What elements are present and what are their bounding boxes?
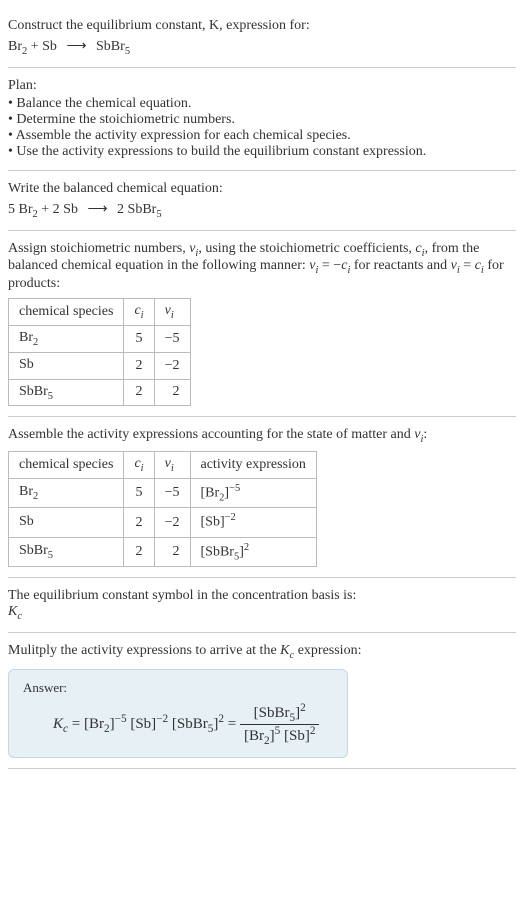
kc-expression: Kc = [Br2]−5 [Sb]−2 [SbBr5]2 = [SbBr5]2[… [23,702,333,747]
problem-text: Construct the equilibrium constant, K, e… [8,18,516,34]
cell-activity: [SbBr5]2 [190,537,316,566]
kc-symbol-section: The equilibrium constant symbol in the c… [8,578,516,633]
table-row: Br2 5 −5 [Br2]−5 [9,478,317,507]
col-nui: νi [154,452,190,479]
stoich-section: Assign stoichiometric numbers, νi, using… [8,231,516,418]
multiply-text: Mulitply the activity expressions to arr… [8,643,516,661]
col-ci: ci [124,299,154,326]
plan-item: Assemble the activity expression for eac… [8,128,516,144]
product-sbbr5: SbBr5 [93,39,131,54]
kc-text: The equilibrium constant symbol in the c… [8,588,516,604]
cell-species: Sb [9,508,124,537]
answer-box: Answer: Kc = [Br2]−5 [Sb]−2 [SbBr5]2 = [… [8,669,348,758]
balanced-equation: 5 Br2 + 2 Sb ⟶ 2 SbBr5 [8,201,516,220]
cell-nui: −2 [154,352,190,379]
cell-nui: −2 [154,508,190,537]
fraction: [SbBr5]2[Br2]5 [Sb]2 [240,702,319,747]
cell-species: SbBr5 [9,379,124,406]
reactant-br2: Br2 [8,39,27,54]
answer-label: Answer: [23,680,333,696]
table-header-row: chemical species ci νi [9,299,191,326]
col-nui: νi [154,299,190,326]
problem-statement: Construct the equilibrium constant, K, e… [8,8,516,68]
intro-line: Construct the equilibrium constant, K, e… [8,18,310,33]
cell-nui: 2 [154,379,190,406]
arrow-icon: ⟶ [66,38,86,55]
balanced-equation-section: Write the balanced chemical equation: 5 … [8,171,516,231]
unbalanced-equation: Br2 + Sb ⟶ SbBr5 [8,38,516,57]
arrow-icon: ⟶ [87,201,107,218]
table-row: Sb 2 −2 [Sb]−2 [9,508,317,537]
col-species: chemical species [9,299,124,326]
col-species: chemical species [9,452,124,479]
activity-section: Assemble the activity expressions accoun… [8,417,516,578]
cell-species: Br2 [9,325,124,352]
cell-nui: −5 [154,325,190,352]
col-ci: ci [124,452,154,479]
stoich-intro: Assign stoichiometric numbers, νi, using… [8,241,516,293]
plan-item: Determine the stoichiometric numbers. [8,112,516,128]
stoich-table: chemical species ci νi Br2 5 −5 Sb 2 −2 … [8,298,191,406]
cell-ci: 5 [124,325,154,352]
plan-item: Use the activity expressions to build th… [8,144,516,160]
table-row: SbBr5 2 2 [9,379,191,406]
table-row: Br2 5 −5 [9,325,191,352]
cell-activity: [Br2]−5 [190,478,316,507]
cell-activity: [Sb]−2 [190,508,316,537]
kc-symbol: Kc [8,604,516,622]
cell-species: Br2 [9,478,124,507]
table-row: Sb 2 −2 [9,352,191,379]
plan-section: Plan: Balance the chemical equation. Det… [8,68,516,171]
table-row: SbBr5 2 2 [SbBr5]2 [9,537,317,566]
cell-ci: 2 [124,508,154,537]
cell-ci: 2 [124,352,154,379]
cell-ci: 2 [124,537,154,566]
plan-title: Plan: [8,78,516,94]
cell-nui: 2 [154,537,190,566]
activity-intro: Assemble the activity expressions accoun… [8,427,516,445]
table-header-row: chemical species ci νi activity expressi… [9,452,317,479]
multiply-section: Mulitply the activity expressions to arr… [8,633,516,769]
cell-ci: 5 [124,478,154,507]
numerator: [SbBr5]2 [240,702,319,725]
cell-ci: 2 [124,379,154,406]
activity-table: chemical species ci νi activity expressi… [8,451,317,567]
col-activity: activity expression [190,452,316,479]
plan-item: Balance the chemical equation. [8,96,516,112]
plan-list: Balance the chemical equation. Determine… [8,96,516,160]
cell-species: SbBr5 [9,537,124,566]
balanced-title: Write the balanced chemical equation: [8,181,516,197]
cell-nui: −5 [154,478,190,507]
cell-species: Sb [9,352,124,379]
denominator: [Br2]5 [Sb]2 [240,725,319,747]
